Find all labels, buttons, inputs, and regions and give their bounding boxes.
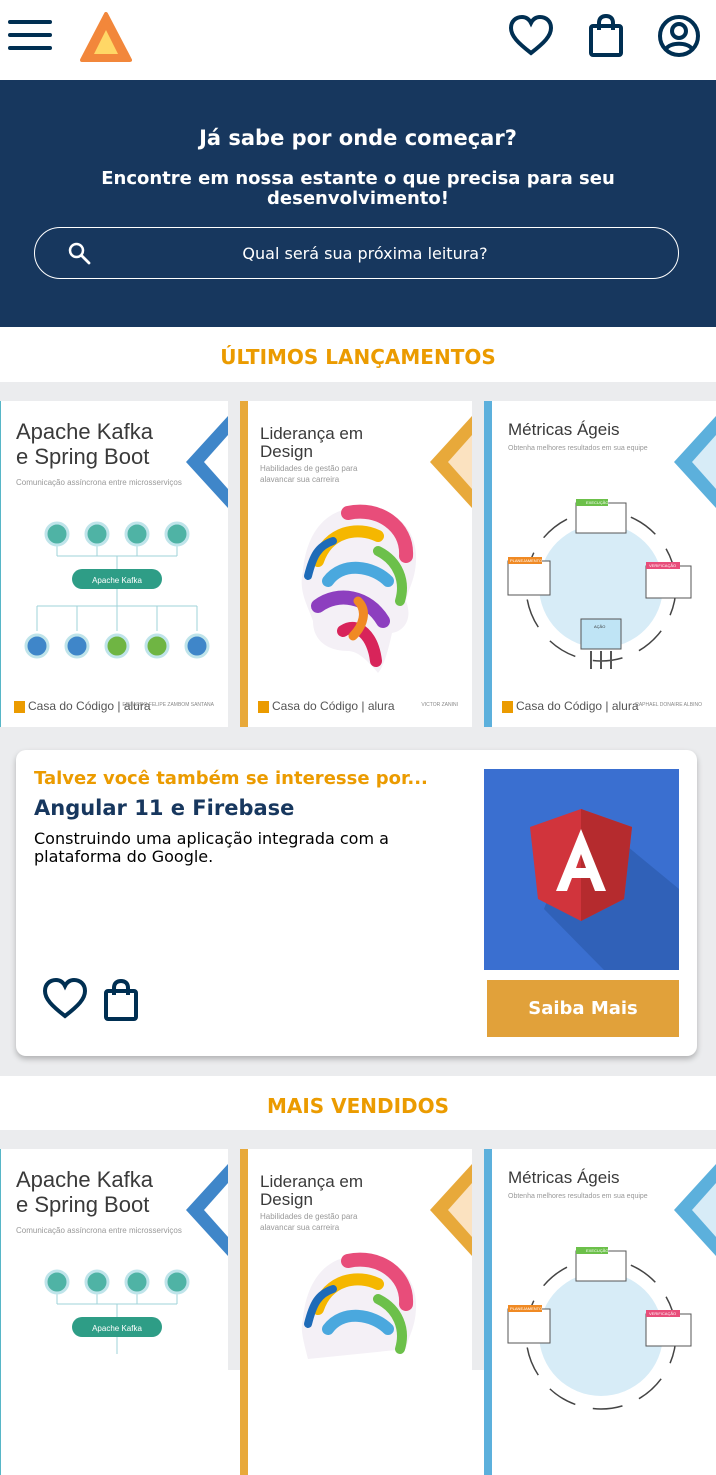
top-header <box>0 0 716 80</box>
agile-cycle-illustration: EXECUÇÃO PLANEJAMENTO VERIFICAÇÃO AÇÃO <box>507 499 692 669</box>
user-account-icon[interactable] <box>656 13 702 59</box>
bestsellers-shelf: Apache Kafka e Spring Boot Comunicação as… <box>0 1130 716 1475</box>
book-card-lideranca-design[interactable]: Liderança em Design Habilidades de gestão… <box>240 1149 472 1475</box>
colorful-head-illustration <box>301 504 417 673</box>
book-subtitle: Habilidades de gestão para alavancar sua… <box>260 464 358 484</box>
suggestion-kicker: Talvez você também se interesse por... <box>34 768 428 789</box>
book-spine <box>0 1149 1 1475</box>
alura-logo-icon[interactable] <box>80 12 132 62</box>
suggestion-description: Construindo uma aplicação integrada com … <box>34 829 389 866</box>
book-spine <box>240 1149 248 1475</box>
section-title-latest: ÚLTIMOS LANÇAMENTOS <box>0 327 716 382</box>
add-to-bag-icon[interactable] <box>102 978 140 1022</box>
hero-subtitle: Encontre em nossa estante o que precisa … <box>101 168 615 209</box>
book-footer: Casa do Código | alura RAPHAEL DONAIRE A… <box>502 699 702 715</box>
suggestion-book-image[interactable] <box>484 769 679 970</box>
svg-text:VERIFICAÇÃO: VERIFICAÇÃO <box>649 563 676 568</box>
book-publisher: Casa do Código | alura <box>502 699 639 713</box>
heart-icon[interactable] <box>508 13 554 59</box>
book-publisher: Casa do Código | alura <box>258 699 395 713</box>
suggestion-book-title[interactable]: Angular 11 e Firebase <box>34 796 294 820</box>
hamburger-menu-icon[interactable] <box>8 18 52 52</box>
search-bar[interactable] <box>34 227 679 279</box>
book-spine <box>0 401 1 727</box>
search-icon[interactable] <box>67 241 91 265</box>
book-author: VICTOR ZANINI <box>421 702 458 708</box>
svg-text:Apache Kafka: Apache Kafka <box>92 1324 142 1333</box>
book-subtitle: Obtenha melhores resultados em sua equip… <box>508 1193 648 1200</box>
svg-text:AÇÃO: AÇÃO <box>594 624 605 629</box>
colorful-head-illustration <box>301 1252 417 1359</box>
book-title: Métricas Ágeis <box>508 1168 620 1187</box>
book-footer: Casa do Código | alura VICTOR ZANINI <box>258 699 458 715</box>
book-card-metricas-ageis[interactable]: Métricas Ágeis Obtenha melhores resultad… <box>484 401 716 727</box>
book-card-metricas-ageis[interactable]: Métricas Ágeis Obtenha melhores resultad… <box>484 1149 716 1475</box>
book-card-apache-kafka[interactable]: Apache Kafka e Spring Boot Comunicação as… <box>0 401 228 727</box>
book-spine <box>484 401 492 727</box>
kafka-diagram-illustration: Apache Kafka <box>24 521 210 659</box>
svg-text:PLANEJAMENTO: PLANEJAMENTO <box>510 1306 542 1311</box>
learn-more-button[interactable]: Saiba Mais <box>487 980 679 1037</box>
svg-text:EXECUÇÃO: EXECUÇÃO <box>586 1248 608 1253</box>
book-subtitle: Obtenha melhores resultados em sua equip… <box>508 445 648 452</box>
favorite-heart-icon[interactable] <box>42 976 88 1022</box>
angular-logo-icon <box>530 809 679 970</box>
book-subtitle: Comunicação assíncrona entre microsservi… <box>16 1226 182 1235</box>
book-spine <box>240 401 248 727</box>
book-footer: Casa do Código | alura EDUARDO FELIPE ZA… <box>14 699 214 715</box>
search-input[interactable] <box>105 238 625 268</box>
book-title: Métricas Ágeis <box>508 420 620 439</box>
book-title: Apache Kafka e Spring Boot <box>16 419 153 469</box>
kafka-diagram-illustration: Apache Kafka <box>44 1269 190 1354</box>
book-subtitle: Habilidades de gestão para alavancar sua… <box>260 1212 358 1232</box>
book-author: EDUARDO FELIPE ZAMBOM SANTANA <box>122 702 214 708</box>
suggestion-card: Talvez você também se interesse por... A… <box>16 750 697 1056</box>
book-title: Liderança em Design <box>260 1172 364 1209</box>
hero-title: Já sabe por onde começar? <box>199 126 517 150</box>
book-title: Apache Kafka e Spring Boot <box>16 1167 153 1217</box>
book-title: Liderança em Design <box>260 424 364 461</box>
book-card-apache-kafka[interactable]: Apache Kafka e Spring Boot Comunicação as… <box>0 1149 228 1475</box>
book-spine <box>484 1149 492 1475</box>
svg-text:PLANEJAMENTO: PLANEJAMENTO <box>510 558 542 563</box>
svg-text:VERIFICAÇÃO: VERIFICAÇÃO <box>649 1311 676 1316</box>
shopping-bag-icon[interactable] <box>584 13 630 59</box>
section-title-bestsellers: MAIS VENDIDOS <box>0 1076 716 1131</box>
book-subtitle: Comunicação assíncrona entre microsservi… <box>16 478 182 487</box>
svg-text:Apache Kafka: Apache Kafka <box>92 576 142 585</box>
svg-text:EXECUÇÃO: EXECUÇÃO <box>586 500 608 505</box>
hero-banner: Já sabe por onde começar? Encontre em no… <box>0 80 716 327</box>
latest-shelf: Apache Kafka e Spring Boot Comunicação as… <box>0 382 716 746</box>
book-author: RAPHAEL DONAIRE ALBINO <box>635 702 702 708</box>
book-card-lideranca-design[interactable]: Liderança em Design Habilidades de gestão… <box>240 401 472 727</box>
agile-cycle-illustration: EXECUÇÃO PLANEJAMENTO VERIFICAÇÃO <box>507 1247 692 1410</box>
